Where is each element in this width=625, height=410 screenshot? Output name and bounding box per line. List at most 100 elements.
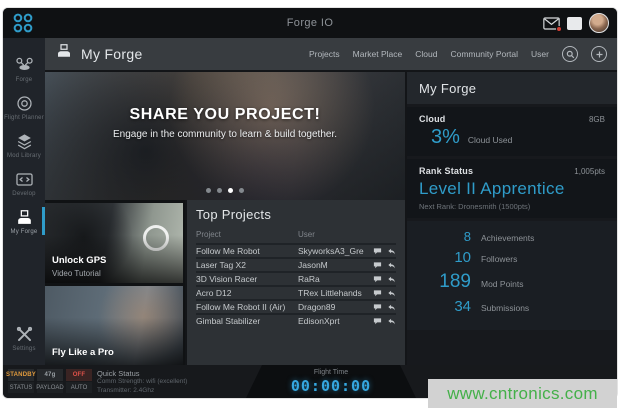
sidebar-item-flight-planner[interactable]: Flight Planner: [3, 88, 45, 126]
flight-time-value: 00:00:00: [291, 377, 371, 395]
share-icon[interactable]: [387, 303, 396, 312]
carousel-dot-active[interactable]: [228, 188, 233, 193]
stat-value: 34: [419, 298, 471, 315]
stat-achievements: 8 Achievements: [419, 229, 605, 244]
nav-projects[interactable]: Projects: [309, 49, 340, 59]
flight-time-label: Flight Time: [314, 369, 348, 376]
nav-cloud[interactable]: Cloud: [415, 49, 437, 59]
sidebar-item-label: Mod Library: [7, 153, 41, 159]
sidebar-item-settings[interactable]: Settings: [3, 319, 45, 357]
project-user: EdisonXprt: [298, 316, 364, 326]
menu-icon[interactable]: [567, 17, 582, 30]
project-name[interactable]: 3D Vision Racer: [196, 274, 298, 284]
cloud-card: Cloud 8GB 3% Cloud Used: [407, 107, 617, 156]
project-name[interactable]: Gimbal Stabilizer: [196, 316, 298, 326]
share-icon[interactable]: [387, 261, 396, 270]
carousel-dot[interactable]: [239, 188, 244, 193]
my-forge-icon: [55, 44, 73, 64]
status-label: STATUS: [8, 382, 34, 393]
search-icon: [566, 50, 575, 59]
video-card-unlock-gps[interactable]: Unlock GPS Video Tutorial: [45, 203, 183, 283]
quick-status-title: Quick Status: [97, 369, 187, 378]
messages-icon[interactable]: [543, 17, 560, 30]
cloud-capacity: 8GB: [589, 115, 605, 124]
nav-market-place[interactable]: Market Place: [353, 49, 403, 59]
project-user: SkyworksA3_Greg: [298, 246, 364, 256]
plus-icon: [595, 50, 604, 59]
hero-title: SHARE YOU PROJECT!: [45, 106, 405, 124]
quick-status-line: Comm Strength: wifi (excellent): [97, 378, 187, 387]
table-row[interactable]: Follow Me Robot SkyworksA3_Greg: [196, 243, 396, 257]
carousel-dots: [45, 188, 405, 193]
app-title: Forge IO: [3, 17, 617, 29]
project-name[interactable]: Laser Tag X2: [196, 260, 298, 270]
sidebar-item-my-forge[interactable]: My Forge: [3, 202, 45, 240]
comment-icon[interactable]: [373, 303, 382, 312]
status-box-auto[interactable]: OFF AUTO: [66, 369, 92, 393]
project-name[interactable]: Follow Me Robot II (Air): [196, 302, 298, 312]
sidebar-item-forge[interactable]: Forge: [3, 50, 45, 88]
video-title: Unlock GPS: [52, 255, 106, 266]
video-card-fly-like-a-pro[interactable]: Fly Like a Pro: [45, 286, 183, 365]
table-row[interactable]: Acro D12 TRex Littlehands: [196, 285, 396, 299]
carousel-dot[interactable]: [217, 188, 222, 193]
cloud-percent: 3%: [431, 126, 460, 149]
search-button[interactable]: [562, 46, 578, 62]
my-forge-icon: [15, 208, 34, 227]
hero-banner: SHARE YOU PROJECT! Engage in the communi…: [45, 72, 405, 200]
comment-icon[interactable]: [373, 289, 382, 298]
top-nav: Projects Market Place Cloud Community Po…: [309, 46, 607, 62]
project-name[interactable]: Follow Me Robot: [196, 246, 298, 256]
nav-user[interactable]: User: [531, 49, 549, 59]
watermark: www.cntronics.com: [428, 379, 617, 408]
quick-status-line: Transmitter: 2.4Ghz: [97, 387, 187, 396]
avatar[interactable]: [589, 13, 609, 33]
tools-icon: [15, 325, 34, 344]
table-row[interactable]: Gimbal Stabilizer EdisonXprt: [196, 313, 396, 327]
code-icon: [15, 170, 34, 189]
sidebar-item-mod-library[interactable]: Mod Library: [3, 126, 45, 164]
sidebar-item-develop[interactable]: Develop: [3, 164, 45, 202]
table-header: Project User: [196, 228, 396, 243]
app-window: Forge IO Forge: [3, 8, 617, 398]
project-user: TRex Littlehands: [298, 288, 364, 298]
column-user: User: [298, 230, 364, 239]
my-forge-panel: My Forge Cloud 8GB 3% Cloud Used Rank St…: [407, 72, 617, 365]
table-row[interactable]: 3D Vision Racer RaRa: [196, 271, 396, 285]
share-icon[interactable]: [387, 275, 396, 284]
project-user: RaRa: [298, 274, 364, 284]
sidebar-item-label: Forge: [16, 77, 33, 83]
top-projects-panel: Top Projects Project User Follow Me Robo…: [187, 200, 405, 365]
add-button[interactable]: [591, 46, 607, 62]
share-icon[interactable]: [387, 289, 396, 298]
stat-label: Achievements: [481, 233, 534, 243]
rank-card: Rank Status 1,005pts Level II Apprentice…: [407, 159, 617, 218]
project-name[interactable]: Acro D12: [196, 288, 298, 298]
table-row[interactable]: Laser Tag X2 JasonM: [196, 257, 396, 271]
comment-icon[interactable]: [373, 317, 382, 326]
stats-card: 8 Achievements 10 Followers 189 Mod Poin…: [407, 221, 617, 330]
sidebar-item-label: Settings: [12, 346, 35, 352]
drone-icon: [15, 56, 34, 75]
share-icon[interactable]: [387, 247, 396, 256]
stat-submissions: 34 Submissions: [419, 298, 605, 315]
flight-planner-icon: [15, 94, 34, 113]
column-project: Project: [196, 230, 298, 239]
carousel-dot[interactable]: [206, 188, 211, 193]
share-icon[interactable]: [387, 317, 396, 326]
status-value: STANDBY: [8, 369, 34, 381]
stat-mod-points: 189 Mod Points: [419, 271, 605, 293]
table-row[interactable]: Follow Me Robot II (Air) Dragon89: [196, 299, 396, 313]
status-label: AUTO: [66, 382, 92, 393]
comment-icon[interactable]: [373, 261, 382, 270]
panel-title: Top Projects: [196, 207, 396, 222]
comment-icon[interactable]: [373, 247, 382, 256]
flight-time-display: Flight Time 00:00:00: [246, 365, 416, 398]
video-column: Unlock GPS Video Tutorial Fly Like a Pro: [45, 200, 185, 365]
status-box-standby: STANDBY STATUS: [8, 369, 34, 393]
comment-icon[interactable]: [373, 275, 382, 284]
stat-label: Followers: [481, 254, 517, 264]
sidebar: Forge Flight Planner Mod Library Develop: [3, 38, 45, 365]
status-value: 47g: [37, 369, 63, 381]
nav-community-portal[interactable]: Community Portal: [450, 49, 518, 59]
